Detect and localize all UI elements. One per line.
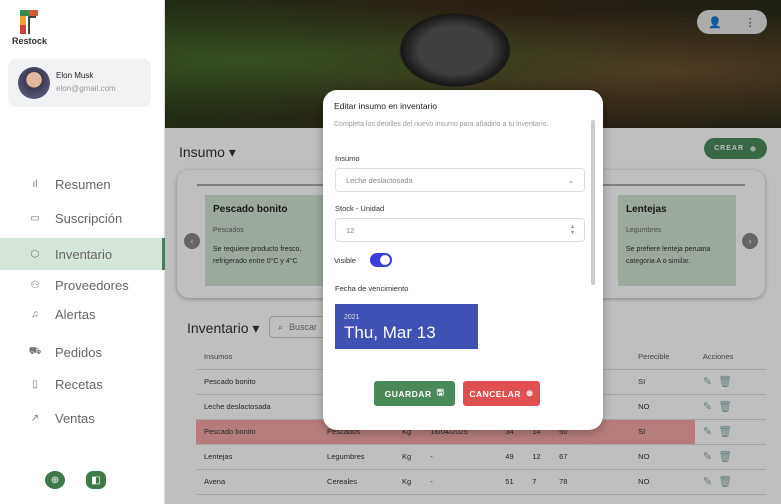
- cancel-button[interactable]: CANCELAR ⊗: [463, 381, 540, 406]
- avatar: [18, 67, 50, 99]
- stepper-icon[interactable]: ▴ ▾: [571, 224, 574, 236]
- save-icon: 🖫: [436, 386, 445, 397]
- sidebar: Restock Elon Musk elon@gmail.com ıl Resum…: [0, 0, 165, 504]
- sidebar-item-suscripcion[interactable]: ▭ Suscripción: [0, 202, 165, 234]
- save-label: GUARDAR: [384, 388, 432, 399]
- modal-title: Editar insumo en inventario: [334, 101, 438, 111]
- cancel-label: CANCELAR: [469, 388, 522, 399]
- sidebar-item-label: Inventario: [55, 246, 113, 262]
- box-icon: ⬡: [30, 248, 40, 260]
- sidebar-item-label: Recetas: [55, 376, 103, 392]
- sidebar-item-alertas[interactable]: ♫ Alertas: [0, 298, 165, 330]
- globe-icon[interactable]: ⊕: [45, 471, 65, 489]
- visible-toggle[interactable]: [370, 253, 392, 267]
- user-email: elon@gmail.com: [56, 84, 116, 93]
- users-icon: ⚇: [30, 279, 40, 291]
- visible-label: Visible: [334, 256, 356, 265]
- date-selected: Thu, Mar 13: [344, 323, 436, 342]
- logo: Restock: [12, 10, 48, 46]
- logo-mark-icon: [20, 10, 38, 34]
- theme-toggle-icon[interactable]: ◧: [86, 471, 106, 489]
- stock-label: Stock - Unidad: [335, 204, 385, 213]
- stock-value: 12: [346, 225, 355, 235]
- modal-subtitle: Completa los detalles del nuevo insumo p…: [334, 121, 549, 128]
- truck-icon: ⛟: [28, 345, 42, 357]
- sidebar-item-label: Pedidos: [55, 344, 102, 360]
- sidebar-item-proveedores[interactable]: ⚇ Proveedores: [0, 269, 165, 301]
- fecha-label: Fecha de vencimiento: [335, 284, 409, 293]
- modal-scrollbar[interactable]: [591, 120, 595, 285]
- brand-name: Restock: [12, 36, 48, 46]
- credit-card-icon: ▭: [30, 212, 40, 224]
- sidebar-item-label: Ventas: [55, 410, 95, 426]
- user-card[interactable]: Elon Musk elon@gmail.com: [8, 59, 151, 107]
- sidebar-item-label: Proveedores: [55, 277, 129, 293]
- insumo-label: Insumo: [335, 154, 360, 163]
- stock-input[interactable]: 12 ▴ ▾: [335, 218, 585, 242]
- sidebar-item-inventario[interactable]: ⬡ Inventario: [0, 238, 165, 270]
- sidebar-item-recetas[interactable]: ▯ Recetas: [0, 368, 165, 400]
- sidebar-item-ventas[interactable]: ↗ Ventas: [0, 402, 165, 434]
- trending-icon: ↗: [30, 412, 40, 424]
- save-button[interactable]: GUARDAR 🖫: [374, 381, 455, 406]
- bell-icon: ♫: [31, 308, 39, 320]
- sidebar-item-label: Resumen: [55, 176, 111, 192]
- insumo-value: Leche deslactosada: [346, 175, 413, 185]
- date-picker-header[interactable]: 2021 Thu, Mar 13: [335, 304, 478, 349]
- close-circle-icon: ⊗: [526, 388, 534, 398]
- edit-insumo-modal: Editar insumo en inventario Completa los…: [323, 90, 603, 430]
- sidebar-item-resumen[interactable]: ıl Resumen: [0, 168, 165, 200]
- sidebar-item-label: Alertas: [55, 306, 96, 322]
- chevron-down-icon: ⌄: [567, 175, 574, 185]
- insumo-select[interactable]: Leche deslactosada ⌄: [335, 168, 585, 192]
- sidebar-item-pedidos[interactable]: ⛟ Pedidos: [0, 336, 165, 368]
- date-year[interactable]: 2021: [344, 314, 469, 321]
- clipboard-icon: ▯: [32, 378, 38, 390]
- user-name: Elon Musk: [56, 71, 94, 80]
- sidebar-item-label: Suscripción: [55, 210, 123, 226]
- bar-chart-icon: ıl: [32, 178, 38, 190]
